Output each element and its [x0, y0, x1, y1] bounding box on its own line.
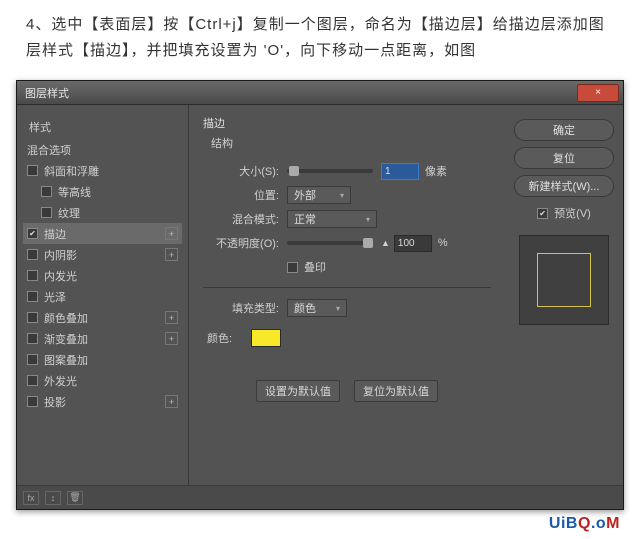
checkbox[interactable] — [27, 396, 38, 407]
position-dropdown[interactable]: 外部▾ — [287, 186, 351, 204]
opacity-row: 不透明度(O): ▲ % — [203, 231, 491, 255]
style-row-gradient-overlay[interactable]: 渐变叠加+ — [23, 328, 182, 349]
blendmode-row: 混合模式: 正常▾ — [203, 207, 491, 231]
preview-label: 预览(V) — [554, 205, 591, 221]
style-row-inner-glow[interactable]: 内发光 — [23, 265, 182, 286]
titlebar[interactable]: 图层样式 × — [17, 81, 623, 105]
style-row-texture[interactable]: 纹理 — [23, 202, 182, 223]
color-row: 颜色: — [203, 326, 491, 350]
style-row-color-overlay[interactable]: 颜色叠加+ — [23, 307, 182, 328]
add-icon[interactable]: + — [165, 395, 178, 408]
section-title: 描边 — [203, 115, 491, 131]
styles-header: 样式 — [23, 115, 182, 139]
checkbox[interactable] — [27, 249, 38, 260]
size-row: 大小(S): 像素 — [203, 159, 491, 183]
color-swatch[interactable] — [251, 329, 281, 347]
checkbox[interactable] — [27, 165, 38, 176]
stroke-settings-panel: 描边 结构 大小(S): 像素 位置: 外部▾ 混合模式: 正常▾ 不透明度(O… — [189, 105, 505, 485]
position-row: 位置: 外部▾ — [203, 183, 491, 207]
close-icon: × — [595, 87, 601, 98]
style-row-contour[interactable]: 等高线 — [23, 181, 182, 202]
preview-swatch — [537, 253, 591, 307]
chevron-down-icon: ▾ — [366, 215, 370, 224]
blendmode-label: 混合模式: — [203, 211, 279, 227]
preview-checkbox[interactable]: ✔ — [537, 208, 548, 219]
checkbox[interactable] — [41, 186, 52, 197]
close-button[interactable]: × — [577, 84, 619, 102]
dialog-title: 图层样式 — [17, 85, 577, 101]
overprint-row: 叠印 — [203, 255, 491, 279]
reset-default-button[interactable]: 复位为默认值 — [354, 380, 438, 402]
arrow-icon[interactable]: ↕ — [45, 491, 61, 505]
preview-box — [519, 235, 609, 325]
blendmode-dropdown[interactable]: 正常▾ — [287, 210, 377, 228]
add-icon[interactable]: + — [165, 332, 178, 345]
trash-icon[interactable]: 🗑 — [67, 491, 83, 505]
preview-row: ✔ 预览(V) — [537, 205, 591, 221]
overprint-label: 叠印 — [304, 259, 326, 275]
styles-list-panel: 样式 混合选项 斜面和浮雕 等高线 纹理 ✔描边+ 内阴影+ 内发光 光泽 颜色… — [17, 105, 189, 485]
checkbox[interactable] — [27, 291, 38, 302]
color-label: 颜色: — [207, 330, 247, 346]
filltype-dropdown[interactable]: 颜色▾ — [287, 299, 347, 317]
status-bar: fx ↕ 🗑 — [17, 485, 623, 509]
slider-thumb[interactable] — [289, 166, 299, 176]
style-row-outer-glow[interactable]: 外发光 — [23, 370, 182, 391]
triangle-icon: ▲ — [381, 238, 390, 248]
ok-button[interactable]: 确定 — [514, 119, 614, 141]
style-row-pattern-overlay[interactable]: 图案叠加 — [23, 349, 182, 370]
dialog-actions-panel: 确定 复位 新建样式(W)... ✔ 预览(V) — [505, 105, 623, 485]
new-style-button[interactable]: 新建样式(W)... — [514, 175, 614, 197]
checkbox[interactable] — [27, 333, 38, 344]
checkbox[interactable] — [41, 207, 52, 218]
filltype-row: 填充类型: 颜色▾ — [203, 296, 491, 320]
style-row-stroke[interactable]: ✔描边+ — [23, 223, 182, 244]
chevron-down-icon: ▾ — [340, 191, 344, 200]
checkbox[interactable] — [27, 270, 38, 281]
opacity-label: 不透明度(O): — [203, 235, 279, 251]
opacity-slider[interactable] — [287, 241, 373, 245]
watermark: UiBQ.oM — [549, 515, 620, 533]
style-row-inner-shadow[interactable]: 内阴影+ — [23, 244, 182, 265]
make-default-button[interactable]: 设置为默认值 — [256, 380, 340, 402]
checkbox[interactable]: ✔ — [27, 228, 38, 239]
add-icon[interactable]: + — [165, 227, 178, 240]
instruction-text: 4、选中【表面层】按【Ctrl+j】复制一个图层，命名为【描边层】给描边层添加图… — [0, 0, 640, 74]
checkbox[interactable] — [27, 375, 38, 386]
overprint-checkbox[interactable] — [287, 262, 298, 273]
add-icon[interactable]: + — [165, 248, 178, 261]
checkbox[interactable] — [27, 312, 38, 323]
size-unit: 像素 — [425, 163, 447, 179]
checkbox[interactable] — [27, 354, 38, 365]
chevron-down-icon: ▾ — [336, 304, 340, 313]
opacity-unit: % — [438, 237, 448, 249]
position-label: 位置: — [203, 187, 279, 203]
size-input[interactable] — [381, 163, 419, 180]
size-label: 大小(S): — [203, 163, 279, 179]
slider-thumb[interactable] — [363, 238, 373, 248]
size-slider[interactable] — [287, 169, 373, 173]
style-row-satin[interactable]: 光泽 — [23, 286, 182, 307]
fx-icon[interactable]: fx — [23, 491, 39, 505]
subsection-structure: 结构 — [211, 135, 491, 151]
layer-style-dialog: 图层样式 × 样式 混合选项 斜面和浮雕 等高线 纹理 ✔描边+ 内阴影+ 内发… — [16, 80, 624, 510]
opacity-input[interactable] — [394, 235, 432, 252]
style-row-drop-shadow[interactable]: 投影+ — [23, 391, 182, 412]
cancel-button[interactable]: 复位 — [514, 147, 614, 169]
divider — [203, 287, 491, 288]
filltype-label: 填充类型: — [203, 300, 279, 316]
style-row-bevel[interactable]: 斜面和浮雕 — [23, 160, 182, 181]
add-icon[interactable]: + — [165, 311, 178, 324]
blend-options-row[interactable]: 混合选项 — [23, 139, 182, 160]
